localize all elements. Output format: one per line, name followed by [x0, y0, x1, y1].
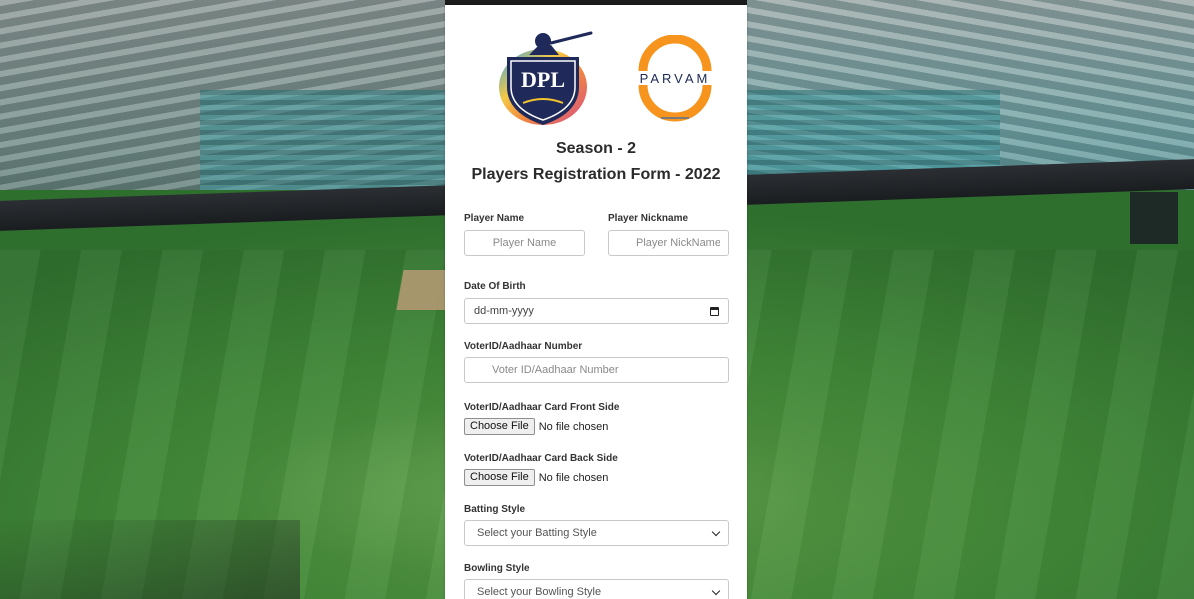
chevron-down-icon: [711, 586, 721, 595]
player-nickname-input[interactable]: [608, 230, 729, 256]
dpl-logo: DPL: [499, 31, 593, 125]
voter-id-input[interactable]: [464, 357, 729, 383]
voter-id-label: VoterID/Aadhaar Number: [464, 341, 583, 352]
bowling-style-select[interactable]: Select your Bowling Style: [464, 579, 729, 599]
page: DPL PARVAM Season - 2 Players Registrati…: [0, 0, 1194, 599]
card-front-file-status: No file chosen: [538, 420, 609, 433]
card-front-label: VoterID/Aadhaar Card Front Side: [464, 402, 620, 413]
player-name-input[interactable]: [464, 230, 585, 256]
field-shadow: [0, 520, 300, 599]
registration-form-card: DPL PARVAM Season - 2 Players Registrati…: [445, 5, 747, 599]
card-back-label: VoterID/Aadhaar Card Back Side: [464, 453, 618, 464]
batting-style-label: Batting Style: [464, 504, 526, 515]
batting-style-select[interactable]: Select your Batting Style: [464, 520, 729, 546]
form-title: Players Registration Form - 2022: [471, 166, 721, 183]
bowling-style-value: Select your Bowling Style: [477, 586, 602, 598]
sightscreen: [1130, 192, 1178, 244]
card-back-file-picker: Choose File No file chosen: [464, 469, 608, 486]
card-front-choose-file-button[interactable]: Choose File: [464, 418, 535, 435]
bowling-style-label: Bowling Style: [464, 563, 530, 574]
parvam-logo-text: PARVAM: [640, 71, 711, 86]
dob-value: dd-mm-yyyy: [474, 305, 534, 317]
batting-style-value: Select your Batting Style: [477, 527, 597, 539]
card-back-choose-file-button[interactable]: Choose File: [464, 469, 535, 486]
dob-label: Date Of Birth: [464, 281, 526, 292]
dpl-logo-text: DPL: [521, 67, 565, 92]
chevron-down-icon: [711, 527, 721, 536]
player-name-label: Player Name: [464, 213, 525, 224]
dob-input[interactable]: dd-mm-yyyy: [464, 298, 729, 324]
calendar-icon[interactable]: [710, 306, 719, 316]
logo-row: DPL PARVAM: [445, 25, 747, 135]
player-nickname-label: Player Nickname: [608, 213, 689, 224]
form-heading: Season - 2 Players Registration Form - 2…: [445, 138, 747, 188]
card-front-file-picker: Choose File No file chosen: [464, 418, 608, 435]
season-title: Season - 2: [555, 140, 637, 157]
card-back-file-status: No file chosen: [538, 471, 609, 484]
parvam-logo: PARVAM: [638, 35, 712, 122]
